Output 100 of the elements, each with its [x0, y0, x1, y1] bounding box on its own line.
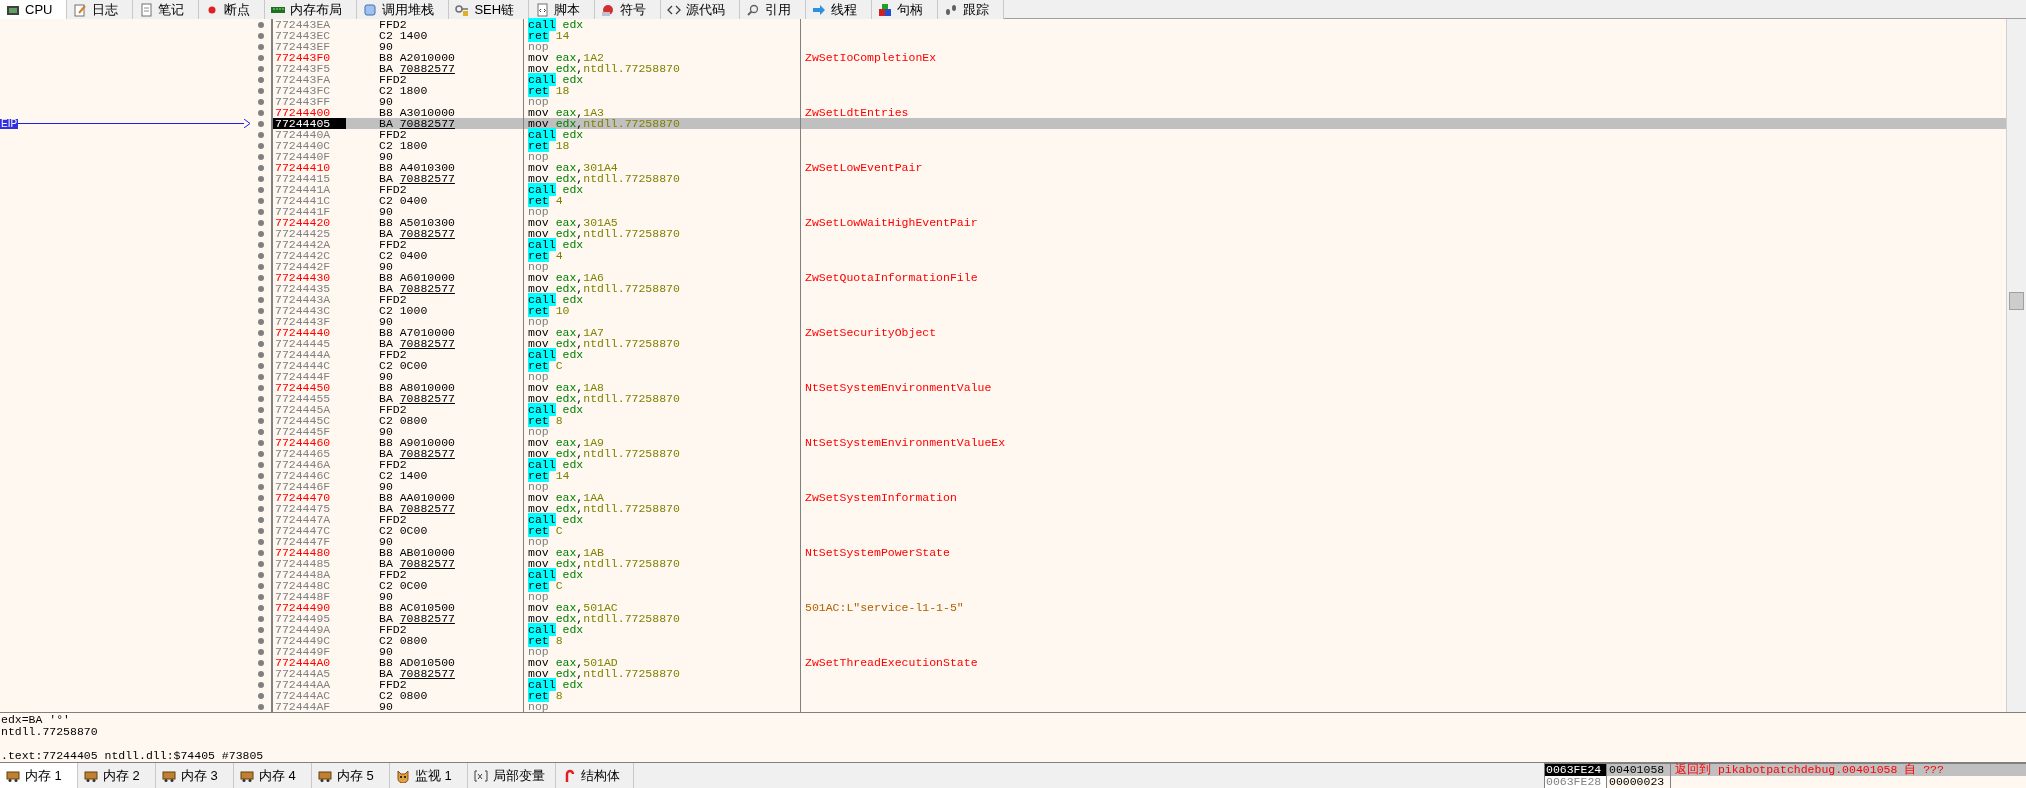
address-cell: 7724441A	[272, 184, 346, 195]
disassembly-cell: nop	[524, 316, 801, 327]
tab[interactable]: 笔记	[133, 0, 200, 19]
script-icon	[535, 2, 550, 17]
tab[interactable]: 断点	[199, 0, 266, 19]
address-cell: 77244450	[272, 382, 346, 393]
address-cell: 772444AC	[272, 690, 346, 701]
disassembly-cell: mov eax,501AC	[524, 602, 801, 613]
stack-comment: 返回到 pikabotpatchdebug.00401058 自 ???	[1674, 764, 1944, 776]
bytes-cell: 90	[346, 646, 524, 657]
address-cell: 772443FF	[272, 96, 346, 107]
bytes-cell: 90	[346, 151, 524, 162]
bytes-cell: B8 A4010300	[346, 162, 524, 173]
address-cell: 7724445F	[272, 426, 346, 437]
comment-cell-text: ZwSetQuotaInformationFile	[804, 272, 979, 283]
address-cell: 7724440F	[272, 151, 346, 162]
address-cell: 77244445	[272, 338, 346, 349]
address-cell: 7724448C	[272, 580, 346, 591]
disassembly-cell: nop	[524, 96, 801, 107]
bytes-cell: BA 70882577	[346, 173, 524, 184]
bytes-cell: C2 1000	[346, 305, 524, 316]
bytes-cell: FFD2	[346, 239, 524, 250]
disassembly-cell: mov eax,1A8	[524, 382, 801, 393]
disassembly-cell: ret 18	[524, 85, 801, 96]
bytes-cell: FFD2	[346, 19, 524, 30]
comment-cell-text: ZwSetLdtEntries	[804, 107, 910, 118]
bytes-cell: 90	[346, 261, 524, 272]
key-lock-icon	[455, 2, 470, 17]
bytes-cell: 90	[346, 426, 524, 437]
tab[interactable]: 引用	[740, 0, 807, 19]
address-cell: 7724441C	[272, 195, 346, 206]
bytes-cell: C2 0C00	[346, 580, 524, 591]
tab[interactable]: 内存布局	[265, 0, 358, 19]
bytes-cell: 90	[346, 96, 524, 107]
bytes-cell: BA 70882577	[346, 63, 524, 74]
address-cell: 772443FA	[272, 74, 346, 85]
address-cell: 7724443A	[272, 294, 346, 305]
comment-cell-text: ZwSetSecurityObject	[804, 327, 938, 338]
address-cell: 7724443C	[272, 305, 346, 316]
bytes-cell: C2 0800	[346, 690, 524, 701]
bytes-cell: 90	[346, 371, 524, 382]
disassembly-cell: nop	[524, 481, 801, 492]
bytes-cell: C2 0C00	[346, 360, 524, 371]
address-cell: 772444A5	[272, 668, 346, 679]
address-cell: 7724440A	[272, 129, 346, 140]
disassembly-cell: nop	[524, 151, 801, 162]
bytes-cell: FFD2	[346, 129, 524, 140]
tab[interactable]: 跟踪	[938, 0, 1005, 19]
stack-address: 0063FE28	[1545, 776, 1607, 788]
address-cell: 77244495	[272, 613, 346, 624]
bytes-cell: BA 70882577	[346, 613, 524, 624]
tab[interactable]: 源代码	[661, 0, 741, 19]
tab[interactable]: 符号	[595, 0, 662, 19]
bytes-cell: BA 70882577	[346, 118, 524, 129]
address-cell: 77244475	[272, 503, 346, 514]
bytes-cell: B8 AC010500	[346, 602, 524, 613]
tab[interactable]: 句柄	[872, 0, 939, 19]
tab[interactable]: 调用堆栈	[357, 0, 450, 19]
tab[interactable]: 线程	[806, 0, 873, 19]
disassembly-cell: ret C	[524, 360, 801, 371]
scrollbar-thumb[interactable]	[2009, 292, 2024, 310]
bytes-cell: BA 70882577	[346, 558, 524, 569]
truck-icon	[6, 768, 20, 783]
truck-icon	[162, 768, 176, 783]
bytes-cell: B8 AD010500	[346, 657, 524, 668]
tab[interactable]: SEH链	[449, 0, 530, 19]
bytes-cell: 90	[346, 536, 524, 547]
disassembly-cell: nop	[524, 646, 801, 657]
tab[interactable]: 日志	[67, 0, 134, 19]
address-cell: 77244430	[272, 272, 346, 283]
variable-icon	[474, 768, 488, 783]
address-cell: 7724446C	[272, 470, 346, 481]
truck-icon	[318, 768, 332, 783]
address-cell: 772443F5	[272, 63, 346, 74]
address-cell: 77244435	[272, 283, 346, 294]
bytes-cell: BA 70882577	[346, 448, 524, 459]
address-cell: 7724444F	[272, 371, 346, 382]
document-icon	[139, 2, 154, 17]
comment-cell-text: ZwSetThreadExecutionState	[804, 657, 979, 668]
bytes-cell: B8 A7010000	[346, 327, 524, 338]
address-cell: 7724449F	[272, 646, 346, 657]
disassembly-cell: nop	[524, 371, 801, 382]
disassembly-cell: nop	[524, 206, 801, 217]
truck-icon	[240, 768, 254, 783]
tab[interactable]: 内存 1	[0, 763, 78, 788]
address-cell: 77244425	[272, 228, 346, 239]
address-cell: 7724442F	[272, 261, 346, 272]
info-line: edx=BA '°'	[1, 714, 71, 726]
bytes-cell: C2 0400	[346, 250, 524, 261]
address-cell: 77244415	[272, 173, 346, 184]
tab[interactable]: CPU	[0, 0, 68, 19]
scrollbar[interactable]	[2006, 19, 2026, 712]
disassembly-cell: nop	[524, 536, 801, 547]
disassembly-cell: mov eax,1A6	[524, 272, 801, 283]
bytes-cell: C2 0800	[346, 635, 524, 646]
footprints-icon	[944, 2, 959, 17]
arrow-icon	[812, 2, 827, 17]
disassembly-cell: mov eax,301A4	[524, 162, 801, 173]
address-cell: 7724448F	[272, 591, 346, 602]
bytes-cell: BA 70882577	[346, 393, 524, 404]
